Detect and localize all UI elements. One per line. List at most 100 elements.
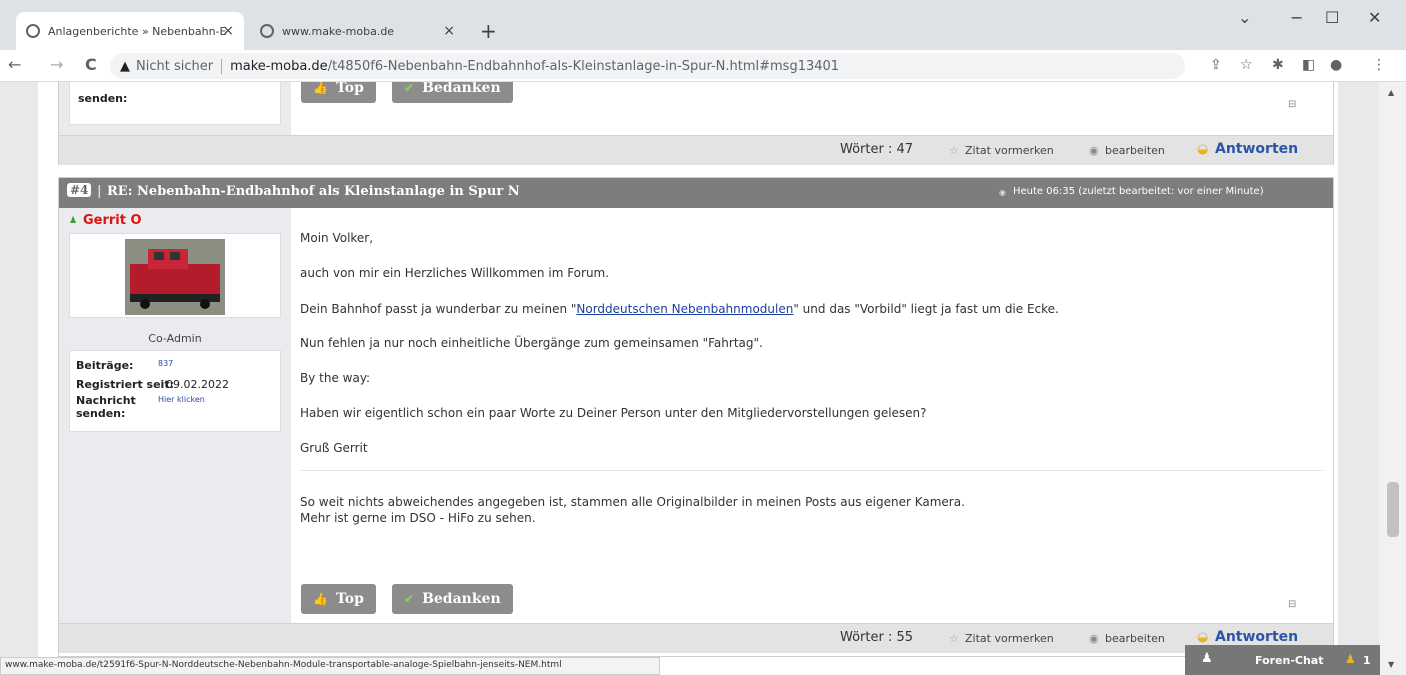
sidepanel-icon[interactable]: ◧ xyxy=(1302,57,1315,73)
post-footer: Wörter : 55 ☆ Zitat vormerken ◉ bearbeit… xyxy=(59,623,1333,653)
reply-icon: ◒ xyxy=(1197,630,1209,645)
reply-icon: ◒ xyxy=(1197,142,1209,157)
tab-make-moba[interactable]: www.make-moba.de × xyxy=(250,12,465,50)
post-title[interactable]: RE: Nebenbahn-Endbahnhof als Kleinstanla… xyxy=(107,184,520,199)
forum-column: senden: 👍 Top ✔ Bedanken ⊟ Wörter : 47 ☆… xyxy=(38,82,1338,657)
thumb-icon: 👍 xyxy=(313,592,328,606)
word-count: Wörter : 47 xyxy=(840,142,914,157)
quote-link[interactable]: Zitat vormerken xyxy=(965,144,1054,157)
forum-chat-widget[interactable]: ♟ Foren-Chat ♟ 1 xyxy=(1185,645,1380,675)
browser-tab-strip: Anlagenberichte » Nebenbahn-E × www.make… xyxy=(0,0,1406,50)
thanks-button[interactable]: ✔ Bedanken xyxy=(392,82,513,103)
top-label: Top xyxy=(335,591,364,607)
message-link[interactable]: Hier klicken xyxy=(158,395,205,404)
extensions-icon[interactable]: ✱ xyxy=(1272,57,1284,73)
chat-label: Foren-Chat xyxy=(1255,654,1324,667)
chat-user-icon: ♟ xyxy=(1345,652,1356,666)
reload-button[interactable]: C xyxy=(85,55,97,74)
avatar[interactable] xyxy=(69,233,281,318)
message-label: Nachricht senden: xyxy=(76,394,136,420)
author-name[interactable]: Gerrit O xyxy=(83,213,142,228)
registered-value: 09.02.2022 xyxy=(166,378,229,391)
vertical-scrollbar[interactable]: ▲ ▼ xyxy=(1379,82,1406,675)
reply-link[interactable]: Antworten xyxy=(1215,629,1298,645)
new-tab-button[interactable]: + xyxy=(480,19,497,43)
post-signoff: Gruß Gerrit xyxy=(300,441,368,455)
signature-line-2: Mehr ist gerne im DSO - HiFo zu sehen. xyxy=(300,511,536,525)
star-icon: ☆ xyxy=(949,144,959,157)
share-icon[interactable]: ⇪ xyxy=(1210,57,1222,73)
page-viewport: senden: 👍 Top ✔ Bedanken ⊟ Wörter : 47 ☆… xyxy=(0,82,1406,657)
report-icon[interactable]: ⊟ xyxy=(1288,99,1296,110)
signature-divider xyxy=(300,470,1323,471)
scrollbar-thumb[interactable] xyxy=(1387,482,1399,537)
top-button[interactable]: 👍 Top xyxy=(301,82,376,103)
chat-count: 1 xyxy=(1363,654,1371,667)
report-icon[interactable]: ⊟ xyxy=(1288,599,1296,610)
check-icon: ✔ xyxy=(404,82,415,95)
previous-post-footer: Wörter : 47 ☆ Zitat vormerken ◉ bearbeit… xyxy=(59,135,1333,165)
tab-title: www.make-moba.de xyxy=(282,24,395,38)
thumb-icon: 👍 xyxy=(313,82,328,95)
star-icon: ☆ xyxy=(949,632,959,645)
url-host: make-moba.de xyxy=(230,58,328,74)
close-window-button[interactable]: ✕ xyxy=(1368,8,1381,27)
quote-link[interactable]: Zitat vormerken xyxy=(965,632,1054,645)
globe-icon xyxy=(260,24,274,38)
globe-icon xyxy=(26,24,40,38)
top-label: Top xyxy=(335,82,364,96)
edit-icon: ◉ xyxy=(1089,632,1099,645)
send-label: senden: xyxy=(78,92,128,105)
back-button[interactable]: ← xyxy=(8,55,21,74)
user-icon: ♟ xyxy=(69,216,78,226)
previous-post-infobox: senden: xyxy=(69,82,281,125)
nebenbahn-link[interactable]: Norddeutschen Nebenbahnmodulen xyxy=(576,302,793,316)
security-label: Nicht sicher xyxy=(136,58,223,74)
top-button[interactable]: 👍 Top xyxy=(301,584,376,614)
post-greeting: Moin Volker, xyxy=(300,231,374,245)
post-header: #4 | RE: Nebenbahn-Endbahnhof als Kleins… xyxy=(59,178,1333,208)
chat-people-icon: ♟ xyxy=(1201,651,1213,666)
post-line-2: Dein Bahnhof passt ja wunderbar zu meine… xyxy=(300,302,1059,316)
scroll-up-icon[interactable]: ▲ xyxy=(1388,88,1394,97)
warning-icon: ▲ xyxy=(120,58,130,74)
menu-icon[interactable]: ⋮ xyxy=(1372,57,1386,73)
minimize-button[interactable]: − xyxy=(1290,8,1303,27)
tab-close-icon[interactable]: × xyxy=(222,23,234,39)
tab-anlagenberichte[interactable]: Anlagenberichte » Nebenbahn-E × xyxy=(16,12,244,50)
user-role: Co-Admin xyxy=(148,332,202,345)
edit-icon: ◉ xyxy=(1089,144,1099,157)
previous-post-sidebar: senden: xyxy=(59,82,291,135)
profile-icon[interactable]: ● xyxy=(1330,57,1342,73)
post-4: #4 | RE: Nebenbahn-Endbahnhof als Kleins… xyxy=(58,177,1334,657)
link-status-bar: www.make-moba.de/t2591f6-Spur-N-Norddeut… xyxy=(0,657,660,675)
posts-label: Beiträge: xyxy=(76,359,134,372)
post-line-5: Haben wir eigentlich schon ein paar Wort… xyxy=(300,406,927,420)
scroll-down-icon[interactable]: ▼ xyxy=(1388,660,1394,669)
word-count: Wörter : 55 xyxy=(840,630,914,645)
check-icon: ✔ xyxy=(404,592,415,606)
reply-link[interactable]: Antworten xyxy=(1215,141,1298,157)
tab-title: Anlagenberichte » Nebenbahn-E xyxy=(48,24,227,38)
address-bar[interactable]: ▲ Nicht sicher make-moba.de /t4850f6-Neb… xyxy=(110,53,1185,79)
post-line-3: Nun fehlen ja nur noch einheitliche Über… xyxy=(300,336,763,350)
post-line-1: auch von mir ein Herzliches Willkommen i… xyxy=(300,266,610,280)
registered-label: Registriert seit: xyxy=(76,378,174,391)
edit-link[interactable]: bearbeiten xyxy=(1105,144,1165,157)
clock-icon: ◉ xyxy=(999,187,1006,197)
thanks-label: Bedanken xyxy=(422,82,501,96)
tab-search-icon[interactable]: ⌄ xyxy=(1238,8,1251,27)
posts-value[interactable]: 837 xyxy=(158,359,173,368)
edit-link[interactable]: bearbeiten xyxy=(1105,632,1165,645)
star-icon[interactable]: ☆ xyxy=(1240,57,1253,73)
maximize-button[interactable]: ☐ xyxy=(1325,8,1339,27)
author-sidebar: ♟ Gerrit O Co-Admin Beiträge: 837 Regist… xyxy=(59,208,291,628)
post-number[interactable]: #4 xyxy=(67,183,92,197)
browser-toolbar: ← → C ▲ Nicht sicher make-moba.de /t4850… xyxy=(0,50,1406,82)
forward-button[interactable]: → xyxy=(50,55,63,74)
tab-close-icon[interactable]: × xyxy=(443,23,455,39)
thanks-label: Bedanken xyxy=(422,591,501,607)
previous-post: senden: 👍 Top ✔ Bedanken ⊟ Wörter : 47 ☆… xyxy=(58,82,1334,165)
thanks-button[interactable]: ✔ Bedanken xyxy=(392,584,513,614)
author-infobox: Beiträge: 837 Registriert seit: 09.02.20… xyxy=(69,350,281,432)
